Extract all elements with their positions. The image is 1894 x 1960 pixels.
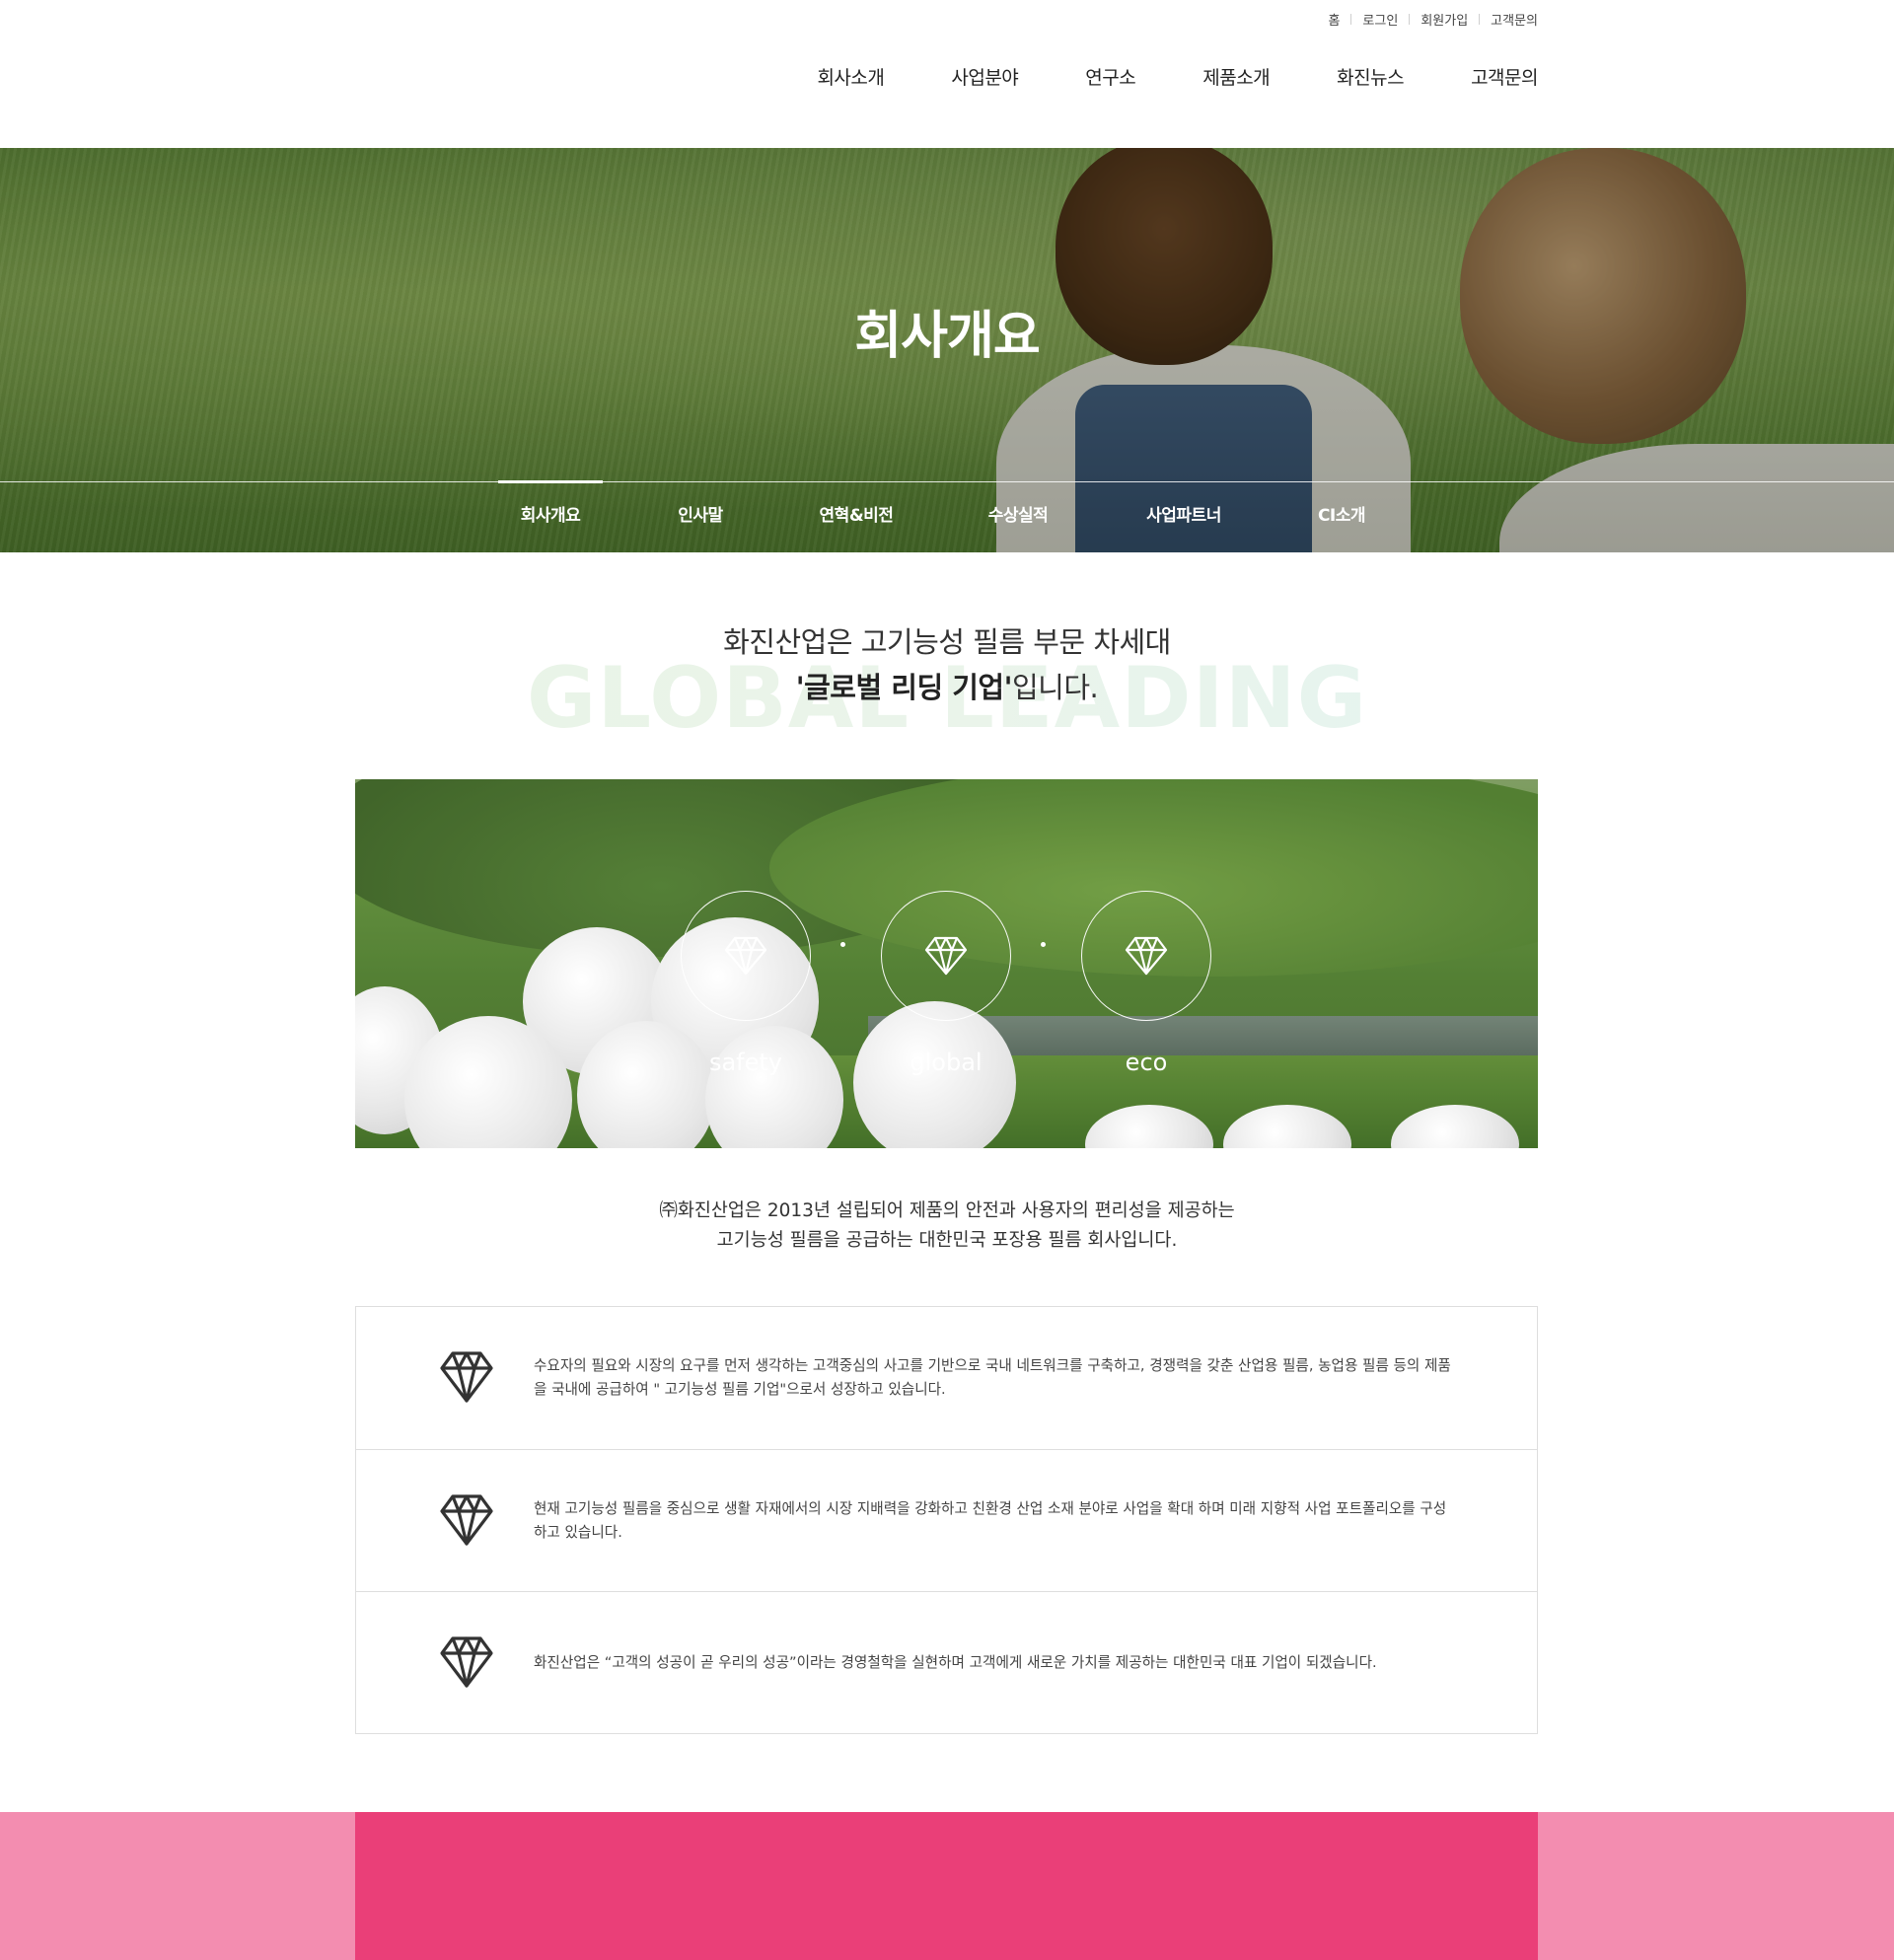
main-nav-lab[interactable]: 연구소 [1085, 63, 1135, 90]
value-safety: safety [681, 891, 811, 1076]
utility-nav: 홈 로그인 회원가입 고객문의 [1317, 10, 1538, 29]
headline-line-2-rest: 입니다. [1011, 671, 1099, 704]
value-separator-dot [1041, 942, 1046, 947]
value-separator-dot [840, 942, 845, 947]
philosophy-list: 수요자의 필요와 시장의 요구를 먼저 생각하는 고객중심의 사고를 기반으로 … [355, 1306, 1538, 1734]
value-eco: eco [1081, 891, 1211, 1076]
main-nav-news[interactable]: 화진뉴스 [1337, 63, 1404, 90]
value-circle [1081, 891, 1211, 1021]
footer-band [355, 1812, 1538, 1960]
value-circle [881, 891, 1011, 1021]
diamond-icon [440, 1351, 493, 1403]
value-label: safety [708, 1049, 783, 1076]
main-nav-contact[interactable]: 고객문의 [1471, 63, 1538, 90]
sub-nav-partners[interactable]: 사업파트너 [1125, 483, 1243, 548]
sub-nav: 회사개요 인사말 연혁&비전 수상실적 사업파트너 CI소개 [0, 480, 1894, 552]
main-nav-products[interactable]: 제품소개 [1202, 63, 1270, 90]
list-item: 화진산업은 “고객의 성공이 곧 우리의 성공”이라는 경영철학을 실현하며 고… [356, 1591, 1537, 1733]
list-item-text: 현재 고기능성 필름을 중심으로 생활 자재에서의 시장 지배력을 강화하고 친… [534, 1499, 1447, 1541]
main-nav-company[interactable]: 회사소개 [817, 63, 884, 90]
value-label: eco [1125, 1049, 1168, 1076]
main-nav: 회사소개 사업분야 연구소 제품소개 화진뉴스 고객문의 [750, 63, 1538, 90]
diamond-icon [924, 936, 968, 976]
util-login-link[interactable]: 로그인 [1351, 10, 1409, 29]
headline-section: GLOBAL LEADING 화진산업은 고기능성 필름 부문 차세대 '글로벌… [0, 619, 1894, 748]
sub-nav-greeting[interactable]: 인사말 [651, 483, 750, 548]
diamond-icon [440, 1494, 493, 1546]
value-global: global [881, 891, 1011, 1076]
headline-line-1: 화진산업은 고기능성 필름 부문 차세대 [723, 625, 1171, 659]
list-item-text: 수요자의 필요와 시장의 요구를 먼저 생각하는 고객중심의 사고를 기반으로 … [534, 1357, 1451, 1398]
sub-nav-awards[interactable]: 수상실적 [967, 483, 1069, 548]
page-title: 회사개요 [854, 307, 1040, 366]
util-contact-link[interactable]: 고객문의 [1480, 10, 1538, 29]
diamond-icon [440, 1636, 493, 1688]
hero-banner: 회사개요 회사개요 인사말 연혁&비전 수상실적 사업파트너 CI소개 [0, 148, 1894, 552]
list-item: 수요자의 필요와 시장의 요구를 먼저 생각하는 고객중심의 사고를 기반으로 … [356, 1307, 1537, 1449]
headline-line-2: '글로벌 리딩 기업'입니다. [0, 665, 1894, 710]
sub-nav-divider [0, 481, 1894, 482]
sub-nav-overview[interactable]: 회사개요 [498, 480, 603, 548]
util-home-link[interactable]: 홈 [1317, 10, 1350, 29]
value-label: global [910, 1049, 983, 1076]
headline-emphasis: '글로벌 리딩 기업' [795, 671, 1013, 704]
diamond-icon [724, 936, 767, 976]
main-nav-business[interactable]: 사업분야 [951, 63, 1018, 90]
list-item: 현재 고기능성 필름을 중심으로 생활 자재에서의 시장 지배력을 강화하고 친… [356, 1449, 1537, 1591]
util-signup-link[interactable]: 회원가입 [1410, 10, 1479, 29]
sub-nav-ci[interactable]: CI소개 [1292, 483, 1391, 548]
description-line-2: 고기능성 필름을 공급하는 대한민국 포장용 필름 회사입니다. [716, 1230, 1178, 1251]
sub-nav-history-vision[interactable]: 연혁&비전 [797, 483, 915, 548]
company-description: ㈜화진산업은 2013년 설립되어 제품의 안전과 사용자의 편리성을 제공하는… [0, 1197, 1894, 1256]
list-item-text: 화진산업은 “고객의 성공이 곧 우리의 성공”이라는 경영철학을 실현하며 고… [534, 1653, 1377, 1671]
values-banner: safety global eco [355, 779, 1538, 1148]
description-line-1: ㈜화진산업은 2013년 설립되어 제품의 안전과 사용자의 편리성을 제공하는 [659, 1200, 1235, 1221]
value-circle [681, 891, 811, 1021]
diamond-icon [1125, 936, 1168, 976]
